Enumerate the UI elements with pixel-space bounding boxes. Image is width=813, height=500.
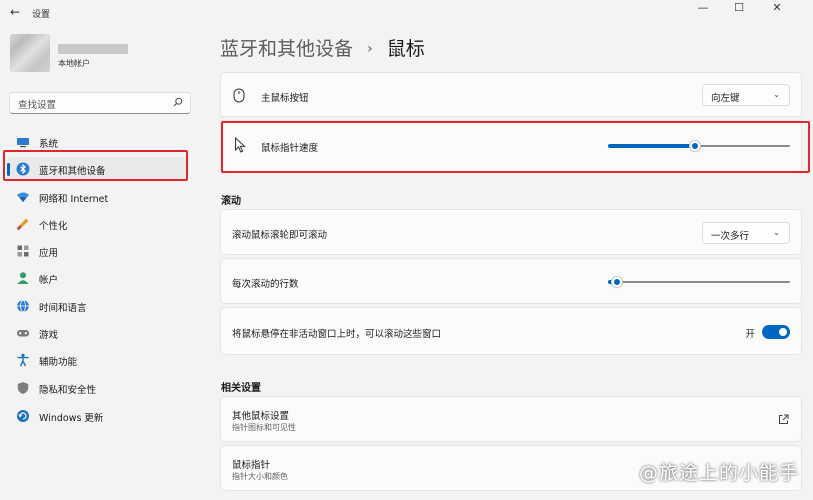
breadcrumb-parent[interactable]: 蓝牙和其他设备 <box>220 38 353 60</box>
maximize-button[interactable]: ☐ <box>722 0 756 20</box>
user-profile[interactable]: 本地帐户 <box>10 34 190 74</box>
shield-icon <box>17 382 29 394</box>
active-indicator <box>7 163 10 176</box>
avatar <box>10 34 50 72</box>
toggle-knob <box>779 328 787 336</box>
sidebar-item-apps[interactable]: 应用 <box>7 239 187 263</box>
sidebar-item-label: 游戏 <box>39 330 59 341</box>
chevron-down-icon: ⌄ <box>773 228 780 237</box>
lines-per-scroll-label: 每次滚动的行数 <box>232 279 299 290</box>
update-icon <box>17 410 29 422</box>
sidebar-item-gaming[interactable]: 游戏 <box>7 321 187 345</box>
slider-track <box>608 281 790 283</box>
sidebar-item-label: 系统 <box>39 139 59 150</box>
search-input[interactable]: 查找设置 <box>9 92 191 114</box>
scroll-mode-card: 滚动鼠标滚轮即可滚动 一次多行 ⌄ <box>220 209 802 255</box>
chevron-down-icon: ⌄ <box>773 90 780 99</box>
sidebar-item-system[interactable]: 系统 <box>7 130 187 154</box>
inactive-scroll-card: 将鼠标悬停在非活动窗口上时，可以滚动这些窗口 开 <box>220 307 802 355</box>
primary-button-label: 主鼠标按钮 <box>261 93 309 104</box>
bluetooth-icon <box>16 162 30 176</box>
title-bar: ← 设置 — ☐ ✕ <box>0 0 813 26</box>
pointer-speed-slider[interactable] <box>608 140 790 152</box>
monitor-icon <box>17 138 29 148</box>
dropdown-value: 向左键 <box>711 93 740 104</box>
back-button[interactable]: ← <box>6 4 24 20</box>
inactive-scroll-label: 将鼠标悬停在非活动窗口上时，可以滚动这些窗口 <box>232 329 442 340</box>
pointer-icon <box>235 137 246 153</box>
related-section-title: 相关设置 <box>221 383 261 394</box>
sidebar-item-accounts[interactable]: 帐户 <box>7 266 187 290</box>
other-mouse-settings-link[interactable]: 其他鼠标设置 指针图标和可见性 <box>220 396 802 442</box>
person-icon <box>17 272 29 284</box>
sidebar-item-windows-update[interactable]: Windows 更新 <box>7 404 187 428</box>
sidebar-item-time-language[interactable]: 时间和语言 <box>7 294 187 318</box>
sidebar-item-label: 时间和语言 <box>39 303 87 314</box>
related-item-sublabel: 指针图标和可见性 <box>232 423 296 432</box>
sidebar-item-label: 辅助功能 <box>39 357 78 368</box>
sidebar-item-label: Windows 更新 <box>39 413 104 424</box>
external-link-icon <box>779 414 789 424</box>
lines-per-scroll-card: 每次滚动的行数 <box>220 258 802 304</box>
slider-thumb[interactable] <box>689 140 702 152</box>
sidebar-item-label: 隐私和安全性 <box>39 385 97 396</box>
globe-icon <box>17 299 29 313</box>
dropdown-value: 一次多行 <box>711 231 750 242</box>
page-title: 鼠标 <box>386 38 425 60</box>
related-item-label: 其他鼠标设置 <box>232 411 290 422</box>
mouse-icon <box>233 88 245 103</box>
slider-thumb[interactable] <box>611 276 624 288</box>
inactive-scroll-toggle[interactable] <box>762 325 790 339</box>
primary-button-dropdown[interactable]: 向左键 ⌄ <box>702 84 790 106</box>
close-button[interactable]: ✕ <box>760 0 794 20</box>
sidebar-item-accessibility[interactable]: 辅助功能 <box>7 348 187 372</box>
profile-name-redacted <box>58 44 128 54</box>
sidebar-item-network[interactable]: 网络和 Internet <box>7 185 187 209</box>
primary-button-card: 主鼠标按钮 向左键 ⌄ <box>220 72 802 117</box>
minimize-button[interactable]: — <box>686 0 720 20</box>
sidebar-item-privacy[interactable]: 隐私和安全性 <box>7 376 187 400</box>
app-title: 设置 <box>32 10 51 20</box>
apps-icon <box>17 245 29 257</box>
toggle-state-text: 开 <box>745 329 755 340</box>
accessibility-icon <box>17 353 29 367</box>
lines-per-scroll-slider[interactable] <box>608 276 790 288</box>
scroll-mode-dropdown[interactable]: 一次多行 ⌄ <box>702 222 790 244</box>
search-icon <box>173 97 183 107</box>
breadcrumb: 蓝牙和其他设备 › 鼠标 <box>220 34 425 61</box>
pointer-speed-label: 鼠标指针速度 <box>261 143 319 154</box>
sidebar-item-personalization[interactable]: 个性化 <box>7 212 187 236</box>
sidebar-item-label: 蓝牙和其他设备 <box>39 166 106 177</box>
scroll-mode-label: 滚动鼠标滚轮即可滚动 <box>232 230 328 241</box>
sidebar-item-bluetooth[interactable]: 蓝牙和其他设备 <box>7 157 187 181</box>
brush-icon <box>17 218 29 230</box>
account-type: 本地帐户 <box>58 59 90 68</box>
breadcrumb-separator: › <box>367 41 373 57</box>
sidebar-item-label: 帐户 <box>39 275 59 286</box>
pointer-speed-card: 鼠标指针速度 <box>220 120 802 172</box>
wifi-icon <box>17 192 29 202</box>
gamepad-icon <box>17 330 29 337</box>
search-placeholder: 查找设置 <box>18 100 57 111</box>
related-item-sublabel: 指针大小和颜色 <box>232 472 288 481</box>
watermark: @旅途上的小能手 <box>638 462 799 484</box>
sidebar-item-label: 网络和 Internet <box>39 194 109 205</box>
slider-fill <box>608 144 696 148</box>
sidebar-item-label: 个性化 <box>39 221 68 232</box>
scrolling-section-title: 滚动 <box>221 196 241 207</box>
related-item-label: 鼠标指针 <box>232 460 271 471</box>
sidebar-item-label: 应用 <box>39 248 59 259</box>
